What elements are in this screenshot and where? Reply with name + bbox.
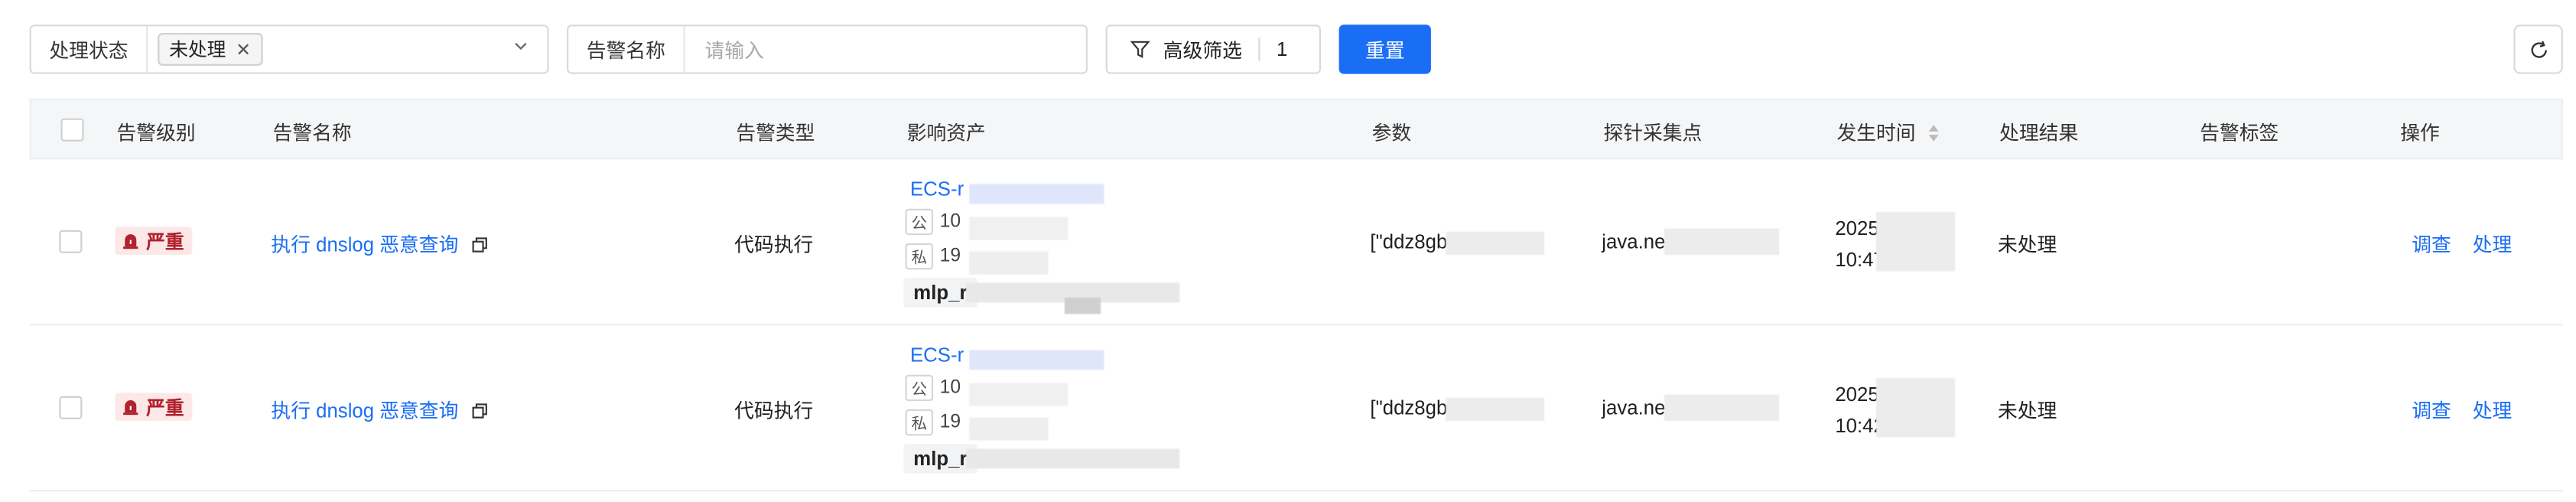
alert-name-filter: 告警名称 请输入 xyxy=(567,24,1088,74)
alert-name-text: 执行 dnslog 恶意查询 xyxy=(271,399,459,423)
severity-label: 严重 xyxy=(146,398,184,419)
public-ip: 公 10 xyxy=(905,374,961,402)
column-time[interactable]: 发生时间 xyxy=(1836,119,1940,147)
public-ip-value: 10 xyxy=(939,378,961,398)
table-row: 严重 执行 dnslog 恶意查询 代码执行 ECS-r 公 10 私 19 m… xyxy=(29,159,2563,326)
advanced-filter-button[interactable]: 高级筛选 1 xyxy=(1105,24,1321,74)
private-ip-badge: 私 xyxy=(905,243,934,270)
column-result: 处理结果 xyxy=(1999,121,2079,145)
refresh-icon xyxy=(2530,40,2546,57)
redacted-time xyxy=(1876,209,1956,283)
refresh-button[interactable] xyxy=(2513,24,2563,74)
redacted-asset xyxy=(966,159,1295,325)
severity-badge: 严重 xyxy=(115,393,193,421)
advanced-filter-label: 高级筛选 xyxy=(1163,38,1242,62)
redacted-probe xyxy=(1664,388,1780,431)
severity-label: 严重 xyxy=(146,232,184,253)
alarm-icon xyxy=(123,400,138,416)
alert-name-link[interactable]: 执行 dnslog 恶意查询 xyxy=(271,396,488,425)
sort-icon[interactable] xyxy=(1927,123,1940,143)
private-ip-value: 19 xyxy=(939,246,961,266)
column-probe: 探针采集点 xyxy=(1603,121,1703,145)
handle-link[interactable]: 处理 xyxy=(2473,396,2513,425)
result-value: 未处理 xyxy=(1997,399,2057,423)
copy-icon[interactable] xyxy=(472,403,488,419)
table-row: 严重 执行 dnslog 恶意查询 代码执行 ECS-r 公 10 私 19 m… xyxy=(29,325,2563,492)
redacted-params xyxy=(1446,225,1577,268)
status-filter-select[interactable]: 处理状态 未处理 ✕ xyxy=(29,24,549,74)
public-ip: 公 10 xyxy=(905,208,961,236)
alert-name-filter-label: 告警名称 xyxy=(568,26,685,73)
params-value: ["ddz8gb xyxy=(1370,396,1448,419)
divider xyxy=(1258,37,1260,61)
alert-type: 代码执行 xyxy=(734,233,814,257)
alert-list-page: 处理状态 未处理 ✕ 告警名称 请输入 高级筛选 1 重置 告警级别 告警名称 … xyxy=(0,0,2576,501)
public-ip-value: 10 xyxy=(939,212,961,232)
severity-badge: 严重 xyxy=(115,227,193,255)
advanced-filter-count: 1 xyxy=(1277,37,1288,61)
column-time-label: 发生时间 xyxy=(1836,121,1916,145)
status-tag-label: 未处理 xyxy=(169,41,226,61)
filter-icon xyxy=(1130,41,1150,58)
column-actions: 操作 xyxy=(2400,121,2440,145)
alert-name-link[interactable]: 执行 dnslog 恶意查询 xyxy=(271,230,488,259)
alert-name-text: 执行 dnslog 恶意查询 xyxy=(271,233,459,257)
private-ip-badge: 私 xyxy=(905,409,934,436)
close-icon[interactable]: ✕ xyxy=(236,38,251,60)
column-params: 参数 xyxy=(1371,121,1412,145)
chevron-down-icon[interactable] xyxy=(514,40,527,53)
row-checkbox[interactable] xyxy=(59,230,83,253)
column-affected-asset: 影响资产 xyxy=(906,121,986,145)
private-ip-value: 19 xyxy=(939,412,961,432)
investigate-link[interactable]: 调查 xyxy=(2412,396,2451,425)
table-header: 告警级别 告警名称 告警类型 影响资产 参数 探针采集点 发生时间 处理结果 告… xyxy=(29,98,2563,160)
redacted-time xyxy=(1876,375,1956,449)
probe-value: java.ne xyxy=(1602,230,1666,253)
probe-value: java.ne xyxy=(1602,396,1666,419)
public-ip-badge: 公 xyxy=(905,208,934,236)
column-alert-name: 告警名称 xyxy=(272,121,352,145)
row-checkbox[interactable] xyxy=(59,396,83,419)
select-all-checkbox[interactable] xyxy=(60,118,84,142)
copy-icon[interactable] xyxy=(472,236,488,253)
status-tag: 未处理 ✕ xyxy=(158,32,263,66)
private-ip: 私 19 xyxy=(905,409,961,436)
column-tags: 告警标签 xyxy=(2200,121,2279,145)
investigate-link[interactable]: 调查 xyxy=(2412,230,2451,259)
result-value: 未处理 xyxy=(1997,233,2057,257)
alert-type: 代码执行 xyxy=(734,399,814,423)
column-alert-type: 告警类型 xyxy=(736,121,815,145)
alert-table: 告警级别 告警名称 告警类型 影响资产 参数 探针采集点 发生时间 处理结果 告… xyxy=(29,98,2563,492)
alarm-icon xyxy=(123,234,138,249)
reset-button[interactable]: 重置 xyxy=(1338,24,1431,74)
alert-name-input[interactable]: 请输入 xyxy=(685,35,764,64)
column-severity: 告警级别 xyxy=(116,121,196,145)
params-value: ["ddz8gb xyxy=(1370,230,1448,253)
public-ip-badge: 公 xyxy=(905,374,934,402)
redacted-asset xyxy=(966,325,1295,491)
status-filter-label: 处理状态 xyxy=(31,26,148,73)
redacted-probe xyxy=(1664,222,1780,265)
private-ip: 私 19 xyxy=(905,243,961,270)
redacted-params xyxy=(1446,391,1577,434)
handle-link[interactable]: 处理 xyxy=(2473,230,2513,259)
asset-name-link[interactable]: ECS-r xyxy=(910,344,964,367)
asset-name-link[interactable]: ECS-r xyxy=(910,178,964,200)
